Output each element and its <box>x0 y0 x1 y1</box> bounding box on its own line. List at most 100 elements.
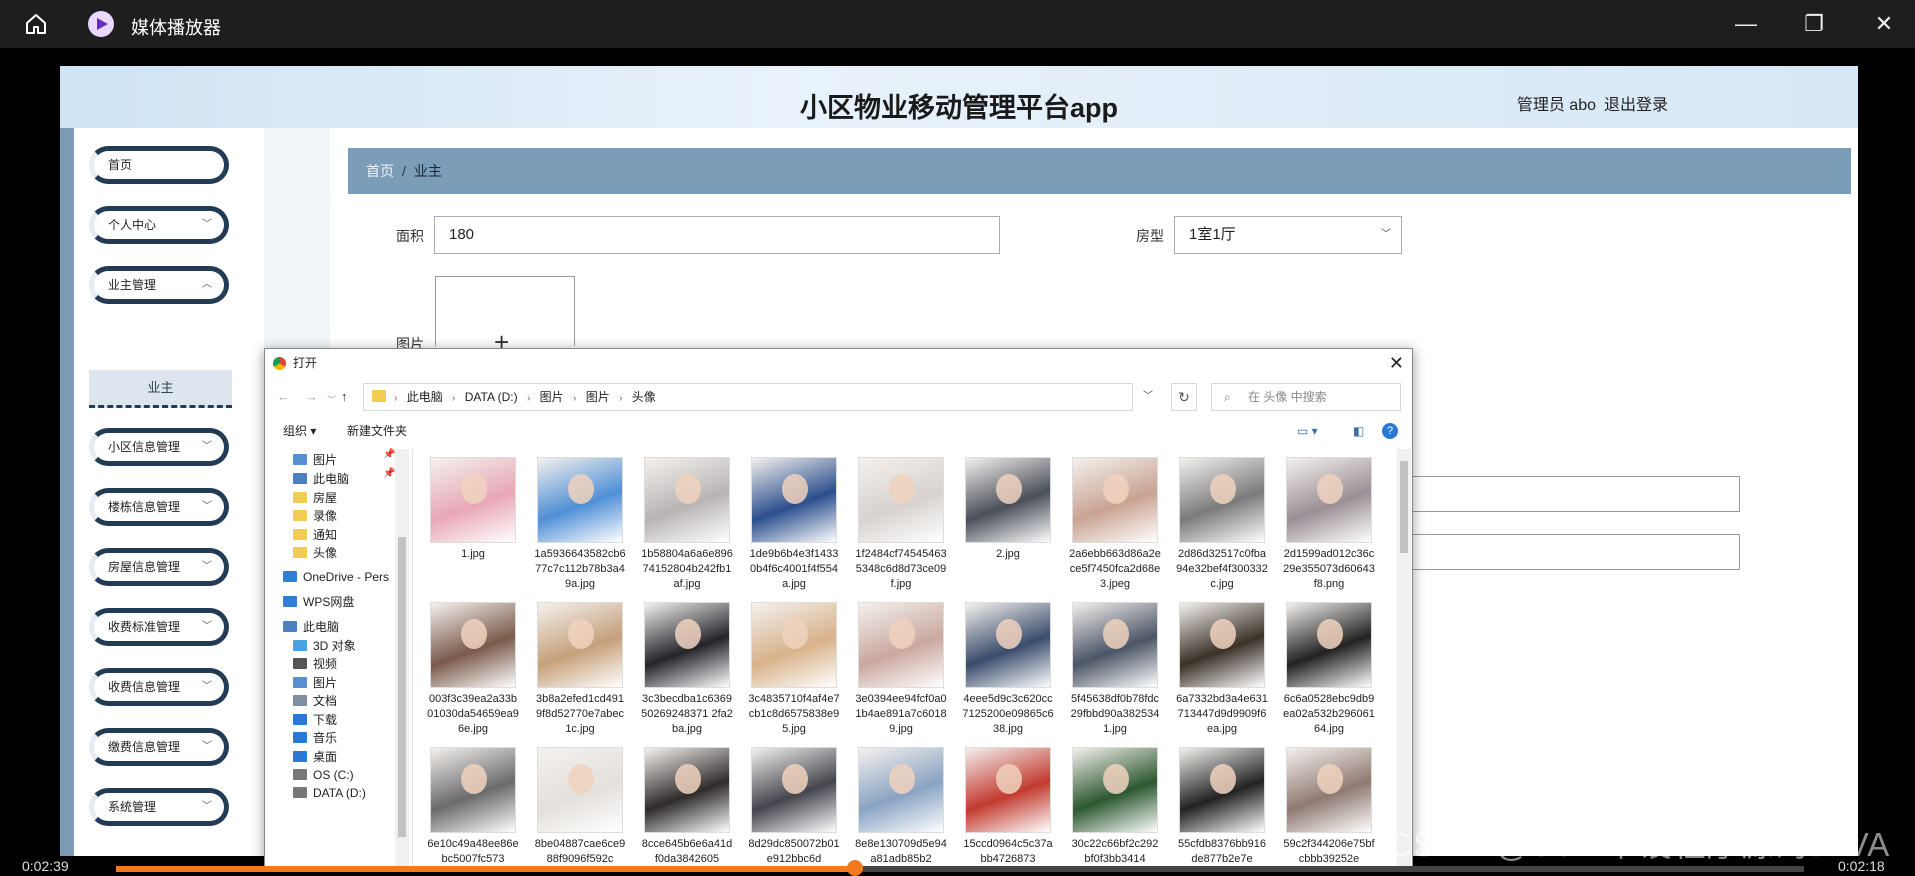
file-item[interactable]: 6a7332bd3a4e631713447d9d9909f6ea.jpg <box>1172 602 1272 747</box>
file-item[interactable]: 3b8a2efed1cd4919f8d52770e7abec1c.jpg <box>530 602 630 747</box>
area-input[interactable]: 180 <box>434 216 1000 254</box>
nav-pane-label: 头像 <box>313 546 338 560</box>
file-item[interactable]: 3c3becdba1c636950269248371 2fa2ba.jpg <box>637 602 737 747</box>
nav-pane-item[interactable]: OneDrive - Pers <box>283 566 389 588</box>
path-segment[interactable]: DATA (D:) <box>465 390 518 404</box>
image-upload[interactable]: + <box>435 276 575 357</box>
cloud-icon <box>283 571 297 582</box>
address-bar[interactable]: › 此电脑 › DATA (D:) › 图片 › 图片 › 头像 <box>363 383 1133 411</box>
text-input[interactable] <box>1390 476 1740 512</box>
breadcrumb-home[interactable]: 首页 <box>366 163 394 179</box>
file-name: 8e8e130709d5e94a81adb85b2 <box>855 838 947 865</box>
nav-fee-info[interactable]: 收费信息管理 ﹀ <box>89 668 229 706</box>
forward-arrow-icon[interactable]: → <box>305 389 318 404</box>
chevron-down-icon: ﹀ <box>202 501 212 512</box>
search-input[interactable]: ⌕ 在 头像 中搜索 <box>1211 383 1401 411</box>
file-name: 1.jpg <box>461 548 485 560</box>
seek-bar[interactable] <box>116 866 1804 872</box>
image-thumbnail <box>965 457 1051 543</box>
file-item[interactable]: 2a6ebb663d86a2ece5f7450fca2d68e3.jpeg <box>1065 457 1165 602</box>
nav-pane-label: OneDrive - Pers <box>303 570 390 584</box>
file-item[interactable]: 1.jpg <box>423 457 523 602</box>
file-item[interactable]: 1f2484cf745454635348c6d8d73ce09f.jpg <box>851 457 951 602</box>
nav-label: 房屋信息管理 <box>108 560 181 574</box>
maximize-button[interactable]: ❐ <box>1800 10 1828 38</box>
file-item[interactable]: 1a5936643582cb677c7c112b78b3a49a.jpg <box>530 457 630 602</box>
file-item[interactable]: 4eee5d9c3c620cc7125200e09865c638.jpg <box>958 602 1058 747</box>
image-thumbnail <box>430 457 516 543</box>
nav-sub-owner[interactable]: 业主 <box>89 370 232 408</box>
file-scrollbar-thumb[interactable] <box>1400 461 1408 553</box>
file-item[interactable]: 3c4835710f4af4e7cb1c8d6575838e95.jpg <box>744 602 844 747</box>
view-options-icon[interactable]: ▭ ▾ <box>1297 419 1318 443</box>
nav-scrollbar-thumb[interactable] <box>398 537 406 837</box>
file-item[interactable]: 8cce645b6e6a41df0da3842605 <box>637 747 737 867</box>
file-item[interactable]: 003f3c39ea2a33b01030da54659ea96e.jpg <box>423 602 523 747</box>
file-item[interactable]: 2d86d32517c0fba94e32bef4f300332c.jpg <box>1172 457 1272 602</box>
search-icon: ⌕ <box>1224 390 1231 404</box>
nav-fee-standard[interactable]: 收费标准管理 ﹀ <box>89 608 229 646</box>
image-thumbnail <box>858 747 944 833</box>
nav-home[interactable]: 首页 <box>89 146 229 184</box>
nav-payment-info[interactable]: 缴费信息管理 ﹀ <box>89 728 229 766</box>
close-button[interactable]: ✕ <box>1870 10 1898 38</box>
file-item[interactable]: 59c2f344206e75bfcbbb39252e <box>1279 747 1379 867</box>
back-arrow-icon[interactable]: ← <box>277 389 290 404</box>
recent-dropdown-icon[interactable]: ﹀ <box>327 393 336 406</box>
help-icon[interactable]: ? <box>1382 423 1398 439</box>
file-item[interactable]: 15ccd0964c5c37abb4726873 <box>958 747 1058 867</box>
organize-button[interactable]: 组织 ▾ <box>283 419 316 443</box>
file-item[interactable]: 6c6a0528ebc9db9ea02a532b29606164.jpg <box>1279 602 1379 747</box>
file-name: 2d1599ad012c36c29e355073d60643f8.png <box>1283 548 1375 590</box>
file-name: 1b58804a6a6e89674152804b242fb1af.jpg <box>641 548 733 590</box>
nav-building-info[interactable]: 楼栋信息管理 ﹀ <box>89 488 229 526</box>
preview-pane-icon[interactable]: ◧ <box>1353 419 1364 443</box>
nav-personal-center[interactable]: 个人中心 ﹀ <box>89 206 229 244</box>
nav-pane-item[interactable]: WPS网盘 <box>283 591 354 613</box>
seek-handle[interactable] <box>847 860 864 876</box>
nav-pane-item[interactable]: 头像 <box>293 542 337 564</box>
logout-link[interactable]: 退出登录 <box>1604 91 1668 115</box>
file-item[interactable]: 8be04887cae6ce988f9096f592c <box>530 747 630 867</box>
path-segment[interactable]: 图片 <box>586 390 610 404</box>
picture-icon <box>293 454 307 465</box>
portrait-figure <box>782 474 808 504</box>
chevron-down-icon: ﹀ <box>1381 229 1391 240</box>
new-folder-button[interactable]: 新建文件夹 <box>347 419 407 443</box>
nav-house-info[interactable]: 房屋信息管理 ﹀ <box>89 548 229 586</box>
portrait-figure <box>996 619 1022 649</box>
file-item[interactable]: 30c22c66bf2c292bf0f3bb3414 <box>1065 747 1165 867</box>
nav-label: 首页 <box>108 158 133 172</box>
nav-owner-management[interactable]: 业主管理 ︿ <box>89 266 229 304</box>
file-item[interactable]: 2.jpg <box>958 457 1058 602</box>
up-arrow-icon[interactable]: ↑ <box>341 389 348 404</box>
nav-system[interactable]: 系统管理 ﹀ <box>89 788 229 826</box>
dialog-close-button[interactable]: ✕ <box>1389 351 1404 375</box>
nav-pane-item[interactable]: DATA (D:) <box>293 782 366 804</box>
path-segment[interactable]: 图片 <box>540 390 564 404</box>
text-input[interactable] <box>1390 534 1740 570</box>
refresh-button[interactable]: ↻ <box>1171 383 1197 411</box>
file-item[interactable]: 1b58804a6a6e89674152804b242fb1af.jpg <box>637 457 737 602</box>
nav-pane-label: 此电脑 <box>303 620 340 634</box>
nav-community-info[interactable]: 小区信息管理 ﹀ <box>89 428 229 466</box>
path-segment[interactable]: 此电脑 <box>407 390 443 404</box>
file-item[interactable]: 6e10c49a48ee86ebc5007fc573 <box>423 747 523 867</box>
chevron-right-icon: › <box>619 393 623 404</box>
file-item[interactable]: 5f45638df0b78fdc29fbbd90a3825341.jpg <box>1065 602 1165 747</box>
file-item[interactable]: 55cfdb8376bb916de877b2e7e <box>1172 747 1272 867</box>
image-thumbnail <box>1072 457 1158 543</box>
file-item[interactable]: 2d1599ad012c36c29e355073d60643f8.png <box>1279 457 1379 602</box>
image-thumbnail <box>430 602 516 688</box>
file-item[interactable]: 8d29dc850072b01e912bbc6d <box>744 747 844 867</box>
image-thumbnail <box>1286 747 1372 833</box>
file-item[interactable]: 3e0394ee94fcf0a01b4ae891a7c60189.jpg <box>851 602 951 747</box>
home-icon[interactable] <box>24 12 48 36</box>
file-name: 3c3becdba1c636950269248371 2fa2ba.jpg <box>641 693 733 735</box>
minimize-button[interactable]: — <box>1732 10 1760 38</box>
file-item[interactable]: 8e8e130709d5e94a81adb85b2 <box>851 747 951 867</box>
file-item[interactable]: 1de9b6b4e3f14330b4f6c4001f4f554a.jpg <box>744 457 844 602</box>
address-dropdown-icon[interactable]: ﹀ <box>1143 383 1165 411</box>
room-type-select[interactable]: 1室1厅 ﹀ <box>1174 216 1402 254</box>
path-segment[interactable]: 头像 <box>632 390 656 404</box>
